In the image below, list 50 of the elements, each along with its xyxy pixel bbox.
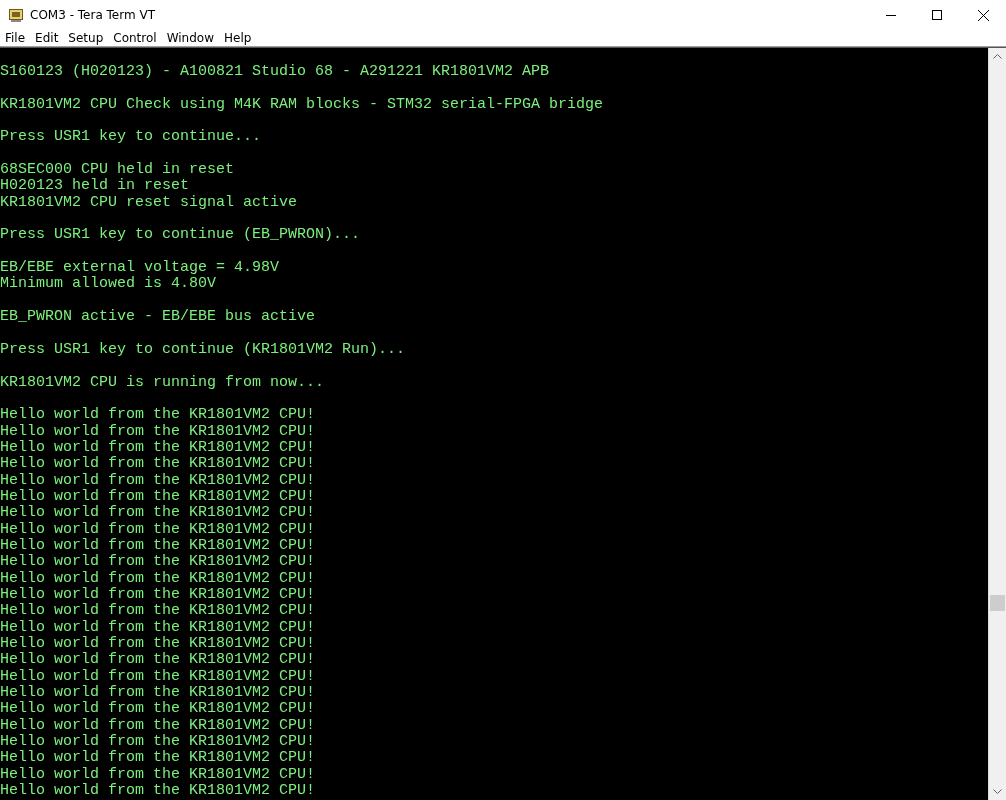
- menu-item[interactable]: File: [0, 31, 31, 45]
- terminal-line: H020123 held in reset: [0, 178, 190, 195]
- terminal-line: Hello world from the KR1801VM2 CPU!: [0, 636, 316, 653]
- terminal-line: Hello world from the KR1801VM2 CPU!: [0, 554, 316, 571]
- terminal-line: Hello world from the KR1801VM2 CPU!: [0, 717, 316, 734]
- terminal-line: Hello world from the KR1801VM2 CPU!: [0, 537, 316, 554]
- terminal-line: EB/EBE external voltage = 4.98V: [0, 260, 280, 277]
- window-title: COM3 - Tera Term VT: [30, 8, 155, 22]
- terminal-line: 68SEC000 CPU held in reset: [0, 162, 235, 179]
- terminal-line: Hello world from the KR1801VM2 CPU!: [0, 783, 316, 800]
- terminal-line: KR1801VM2 CPU is running from now...: [0, 374, 325, 391]
- terminal-line: Hello world from the KR1801VM2 CPU!: [0, 587, 316, 603]
- close-icon[interactable]: [977, 9, 989, 21]
- terminal-line: KR1801VM2 CPU reset signal active: [0, 194, 298, 212]
- scrollbar-thumb[interactable]: [990, 595, 1005, 611]
- terminal-line: Hello world from the KR1801VM2 CPU!: [0, 603, 316, 620]
- terminal-line: Hello world from the KR1801VM2 CPU!: [0, 750, 316, 767]
- menu-item[interactable]: Setup: [63, 31, 109, 45]
- terminal-line: Hello world from the KR1801VM2 CPU!: [0, 685, 316, 702]
- terminal-line: Hello world from the KR1801VM2 CPU!: [0, 701, 316, 718]
- terminal-line: Hello world from the KR1801VM2 CPU!: [0, 652, 316, 669]
- scrollbar[interactable]: [988, 48, 1006, 800]
- terminal-line: Hello world from the KR1801VM2 CPU!: [0, 505, 316, 522]
- terminal-line: Minimum allowed is 4.80V: [0, 276, 217, 293]
- menu-item[interactable]: Control: [108, 31, 162, 45]
- terminal-line: Hello world from the KR1801VM2 CPU!: [0, 668, 316, 685]
- terminal-line: Hello world from the KR1801VM2 CPU!: [0, 619, 316, 636]
- menu-item[interactable]: Edit: [30, 31, 64, 45]
- terminal-line: Hello world from the KR1801VM2 CPU!: [0, 407, 316, 424]
- scroll-down-icon[interactable]: [993, 789, 1002, 794]
- terminal-line: Hello world from the KR1801VM2 CPU!: [0, 472, 316, 489]
- terminal-line: EB_PWRON active - EB/EBE bus active: [0, 309, 316, 326]
- terminal-line: S160123 (H020123) - A100821 Studio 68 - A291221 KR1801VM2 APB: [0, 64, 550, 81]
- menu-item[interactable]: Window: [161, 31, 219, 45]
- terminal-line: KR1801VM2 CPU Check using M4K RAM blocks - STM32 serial-FPGA bridge: [0, 96, 604, 114]
- maximize-icon[interactable]: [932, 10, 942, 20]
- terminal-line: Press USR1 key to continue (EB_PWRON)...: [0, 227, 361, 244]
- terminal-line: Press USR1 key to continue (KR1801VM2 Run)...: [0, 341, 406, 359]
- terminal-line: Hello world from the KR1801VM2 CPU!: [0, 734, 316, 751]
- terminal-line: Hello world from the KR1801VM2 CPU!: [0, 570, 316, 587]
- terminal-line: Hello world from the KR1801VM2 CPU!: [0, 766, 316, 783]
- terminal-line: Hello world from the KR1801VM2 CPU!: [0, 456, 316, 473]
- app-icon: [9, 8, 23, 22]
- terminal-line: Hello world from the KR1801VM2 CPU!: [0, 488, 316, 505]
- scroll-up-icon[interactable]: [993, 54, 1002, 59]
- terminal-line: Press USR1 key to continue...: [0, 129, 262, 146]
- terminal-line: Hello world from the KR1801VM2 CPU!: [0, 521, 316, 538]
- terminal-line: Hello world from the KR1801VM2 CPU!: [0, 439, 316, 456]
- menu-item[interactable]: Help: [219, 31, 257, 45]
- terminal-line: Hello world from the KR1801VM2 CPU!: [0, 423, 316, 440]
